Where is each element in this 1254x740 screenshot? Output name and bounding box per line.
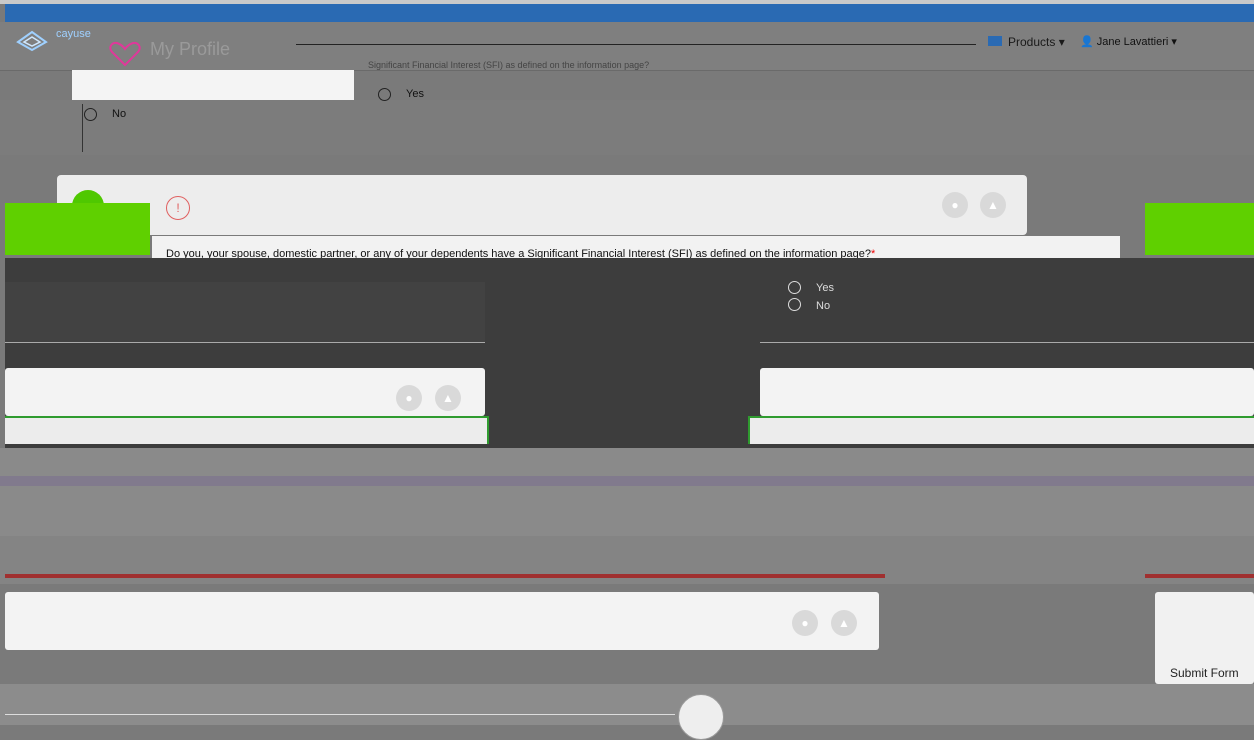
- logo-text[interactable]: cayuse: [56, 28, 91, 40]
- answer-panel-left: [5, 282, 485, 343]
- products-menu[interactable]: Products ▾: [990, 35, 1065, 49]
- highlight-left: [5, 203, 150, 255]
- nav-divider: [296, 44, 976, 45]
- comment-icon[interactable]: ●: [792, 610, 818, 636]
- warning-icon[interactable]: ▲: [980, 192, 1006, 218]
- question-band: [0, 448, 1254, 536]
- answer-panel-right: [760, 282, 1254, 343]
- question-band-stripe: [0, 476, 1254, 486]
- submit-form-button[interactable]: Submit Form: [1170, 666, 1239, 680]
- scroll-down-button[interactable]: [678, 694, 724, 740]
- question-card-right: [760, 368, 1254, 416]
- comment-icon[interactable]: ●: [396, 385, 422, 411]
- footer-band: [0, 684, 1254, 725]
- answered-border-right: [748, 416, 1254, 444]
- radio-yes[interactable]: [378, 88, 391, 101]
- previous-answer-area: [82, 104, 1029, 152]
- required-alert-icon: !: [166, 196, 190, 220]
- comment-icon[interactable]: ●: [942, 192, 968, 218]
- user-name[interactable]: Jane Lavattieri: [1097, 36, 1169, 48]
- question-card-bottom: [5, 592, 879, 650]
- unanswered-border-left: [5, 574, 885, 578]
- unanswered-border-right: [1145, 574, 1254, 578]
- footer-divider: [5, 714, 675, 715]
- radio-yes[interactable]: [788, 281, 801, 294]
- radio-no[interactable]: [84, 108, 97, 121]
- brand-bar: [5, 4, 1254, 22]
- previous-question-text: Significant Financial Interest (SFI) as …: [368, 60, 650, 70]
- radio-no-label: No: [112, 108, 127, 120]
- warning-icon[interactable]: ▲: [831, 610, 857, 636]
- radio-no[interactable]: [788, 298, 801, 311]
- user-menu[interactable]: 👤 Jane Lavattieri ▾: [1080, 35, 1177, 48]
- radio-yes-label: Yes: [816, 282, 834, 294]
- answered-border-left: [5, 416, 489, 444]
- question-card: [57, 175, 1027, 235]
- highlight-right: [1145, 203, 1254, 255]
- page-title: My Profile: [150, 39, 231, 59]
- warning-icon[interactable]: ▲: [435, 385, 461, 411]
- radio-no-label: No: [816, 300, 831, 312]
- previous-answer-band: [0, 100, 1254, 155]
- previous-question-card: [72, 70, 354, 100]
- profile-heart-icon: [109, 41, 141, 67]
- radio-yes-label: Yes: [406, 88, 424, 100]
- products-label[interactable]: Products: [1008, 35, 1055, 49]
